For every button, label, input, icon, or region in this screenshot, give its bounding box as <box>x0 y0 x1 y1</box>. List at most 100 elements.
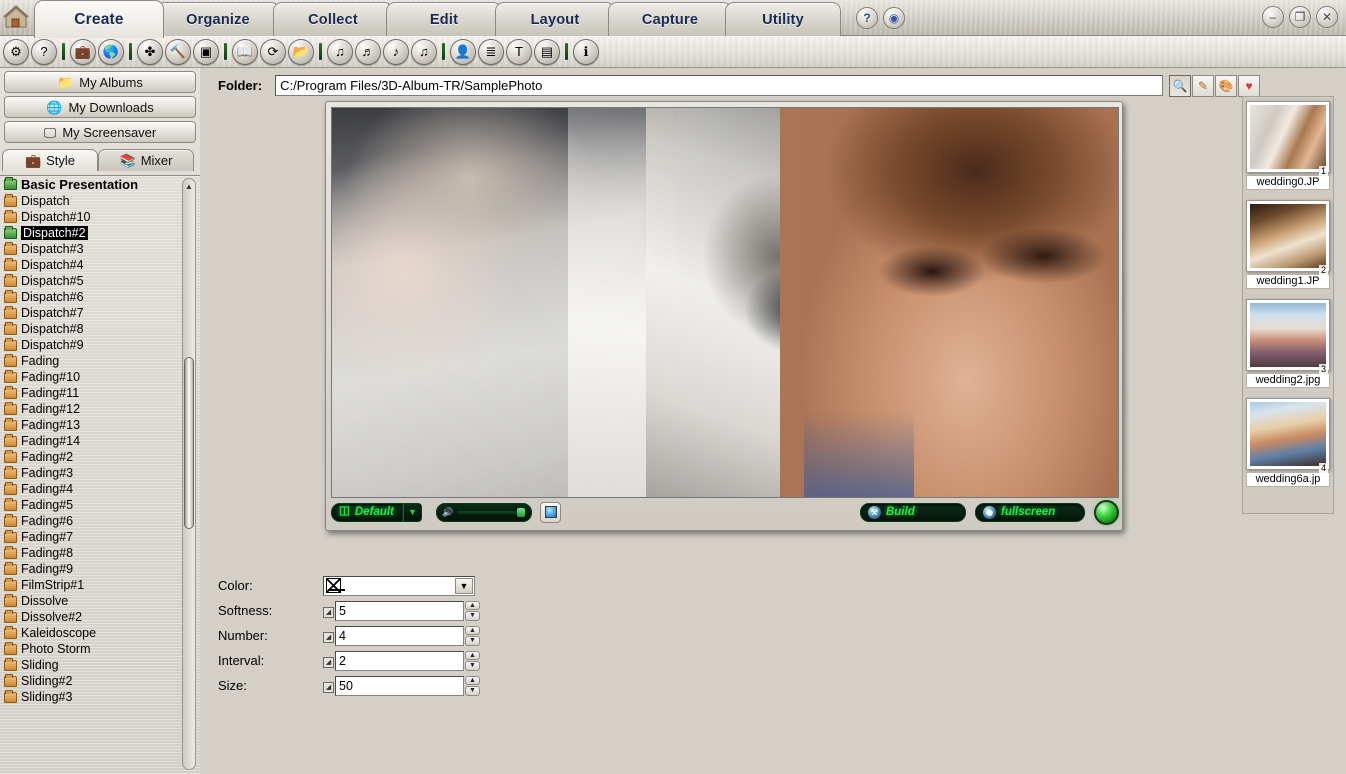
style-list-item[interactable]: Fading <box>0 353 180 369</box>
style-list-item[interactable]: Dispatch#2 <box>0 225 180 241</box>
about-icon[interactable]: ◉ <box>883 7 905 29</box>
user-icon[interactable]: 👤 <box>450 38 476 65</box>
size-increment-button[interactable]: ▲ <box>465 675 480 685</box>
music-note-icon[interactable]: ♫ <box>327 38 353 65</box>
size-input[interactable] <box>335 675 464 696</box>
thumbnail-item[interactable]: 2 wedding1.JP <box>1246 200 1330 289</box>
minimize-button[interactable]: – <box>1262 6 1284 28</box>
tab-create[interactable]: Create <box>34 0 164 38</box>
sidebar-item-my-albums[interactable]: 📁 My Albums <box>4 71 196 93</box>
style-list-scrollbar[interactable]: ▲ <box>182 178 196 770</box>
style-list-item[interactable]: Fading#10 <box>0 369 180 385</box>
folder-path-input[interactable] <box>275 75 1164 96</box>
music-mute-icon[interactable]: ♫ <box>411 38 437 65</box>
style-list-item[interactable]: Dispatch#7 <box>0 305 180 321</box>
close-button[interactable]: ✕ <box>1316 6 1338 28</box>
style-list-item[interactable]: Dissolve#2 <box>0 609 180 625</box>
style-list[interactable]: Basic Presentation Dispatch Dispatch#10 Di… <box>0 175 200 774</box>
volume-knob[interactable] <box>517 507 525 517</box>
music-save-icon[interactable]: ♪ <box>383 38 409 65</box>
tab-edit[interactable]: Edit <box>386 2 502 36</box>
thumbnail-item[interactable]: 4 wedding6a.jp <box>1246 398 1330 487</box>
home-icon[interactable] <box>3 4 33 30</box>
browse-folder-icon[interactable]: 🔍 <box>1169 74 1192 97</box>
number-decrement-button[interactable]: ▼ <box>465 636 480 646</box>
number-input[interactable] <box>335 625 464 646</box>
softness-decrement-button[interactable]: ▼ <box>465 611 480 621</box>
favorite-heart-icon[interactable]: ♥ <box>1238 74 1261 97</box>
style-list-item[interactable]: Kaleidoscope <box>0 625 180 641</box>
style-dropdown-arrow-icon[interactable]: ▼ <box>403 502 422 522</box>
tab-capture[interactable]: Capture <box>608 2 732 36</box>
help-icon[interactable]: ? <box>856 7 878 29</box>
interval-increment-button[interactable]: ▲ <box>465 650 480 660</box>
play-led-button[interactable] <box>1094 499 1119 525</box>
screen-mode-button[interactable] <box>540 501 561 523</box>
style-list-item[interactable]: Fading#2 <box>0 449 180 465</box>
style-list-item[interactable]: Fading#13 <box>0 417 180 433</box>
size-link-icon[interactable]: ◢ <box>323 681 334 693</box>
style-list-item[interactable]: Fading#4 <box>0 481 180 497</box>
info-briefcase-icon[interactable]: ℹ <box>573 38 599 65</box>
style-list-item[interactable]: Fading#6 <box>0 513 180 529</box>
style-list-item[interactable]: Dispatch#5 <box>0 273 180 289</box>
style-list-item[interactable]: Fading#9 <box>0 561 180 577</box>
calendar-icon[interactable]: ▤ <box>534 38 560 65</box>
sidebar-item-my-downloads[interactable]: 🌐 My Downloads <box>4 96 196 118</box>
style-list-item[interactable]: Dispatch <box>0 193 180 209</box>
softness-input[interactable] <box>335 600 464 621</box>
tab-organize[interactable]: Organize <box>156 2 280 36</box>
restore-button[interactable]: ❐ <box>1289 6 1311 28</box>
edit-pencil-icon[interactable]: ✎ <box>1192 74 1215 97</box>
interval-input[interactable] <box>335 650 464 671</box>
scroll-up-arrow-icon[interactable]: ▲ <box>183 179 195 193</box>
style-list-item[interactable]: Fading#12 <box>0 401 180 417</box>
layers-icon[interactable]: ≣ <box>478 38 504 65</box>
number-increment-button[interactable]: ▲ <box>465 625 480 635</box>
size-decrement-button[interactable]: ▼ <box>465 686 480 696</box>
style-list-item[interactable]: Dispatch#6 <box>0 289 180 305</box>
style-list-item[interactable]: Sliding#3 <box>0 689 180 705</box>
softness-link-icon[interactable]: ◢ <box>323 606 334 618</box>
text-tool-icon[interactable]: T <box>506 38 532 65</box>
sidebar-item-my-screensaver[interactable]: 🖵 My Screensaver <box>4 121 196 143</box>
style-selector-display[interactable]: ◫ Default <box>331 502 403 522</box>
tab-utility[interactable]: Utility <box>725 2 841 36</box>
interval-link-icon[interactable]: ◢ <box>323 656 334 668</box>
style-list-item[interactable]: FilmStrip#1 <box>0 577 180 593</box>
interval-decrement-button[interactable]: ▼ <box>465 661 480 671</box>
slideshow-preview-image[interactable] <box>331 107 1119 498</box>
style-list-item[interactable]: Dissolve <box>0 593 180 609</box>
style-list-item[interactable]: Fading#14 <box>0 433 180 449</box>
style-list-item[interactable]: Sliding#2 <box>0 673 180 689</box>
style-list-item[interactable]: Dispatch#8 <box>0 321 180 337</box>
volume-slider[interactable]: 🔊 <box>436 502 532 522</box>
chevron-down-icon[interactable]: ▼ <box>455 577 473 594</box>
frame-icon[interactable]: ▣ <box>193 38 219 65</box>
move-icon[interactable]: ✤ <box>137 38 163 65</box>
style-list-item[interactable]: Fading#11 <box>0 385 180 401</box>
style-list-item[interactable]: Fading#3 <box>0 465 180 481</box>
style-list-item[interactable]: Dispatch#9 <box>0 337 180 353</box>
thumbnail-strip[interactable]: 1 wedding0.JP 2 wedding1.JP 3 wedding2.jpg 4 we… <box>1242 96 1334 514</box>
briefcase-icon[interactable]: 💼 <box>70 38 96 65</box>
refresh-icon[interactable]: ⟳ <box>260 38 286 65</box>
style-list-item[interactable]: Dispatch#10 <box>0 209 180 225</box>
fullscreen-button[interactable]: ◉ fullscreen <box>975 502 1085 522</box>
palette-icon[interactable]: 🎨 <box>1215 74 1238 97</box>
music-record-icon[interactable]: ♬ <box>355 38 381 65</box>
tab-mixer[interactable]: 📚 Mixer <box>98 149 194 171</box>
number-link-icon[interactable]: ◢ <box>323 631 334 643</box>
tab-collect[interactable]: Collect <box>273 2 393 36</box>
build-button[interactable]: ⚒ Build <box>860 502 966 522</box>
scrollbar-thumb[interactable] <box>184 357 194 529</box>
style-list-item[interactable]: Fading#8 <box>0 545 180 561</box>
thumbnail-item[interactable]: 1 wedding0.JP <box>1246 101 1330 190</box>
hammer-icon[interactable]: 🔨 <box>165 38 191 65</box>
globe-icon[interactable]: 🌎 <box>98 38 124 65</box>
export-book-icon[interactable]: 📖 <box>232 38 258 65</box>
softness-increment-button[interactable]: ▲ <box>465 600 480 610</box>
style-list-item[interactable]: Fading#7 <box>0 529 180 545</box>
tab-style[interactable]: 💼 Style <box>2 149 98 171</box>
style-list-item[interactable]: Dispatch#3 <box>0 241 180 257</box>
